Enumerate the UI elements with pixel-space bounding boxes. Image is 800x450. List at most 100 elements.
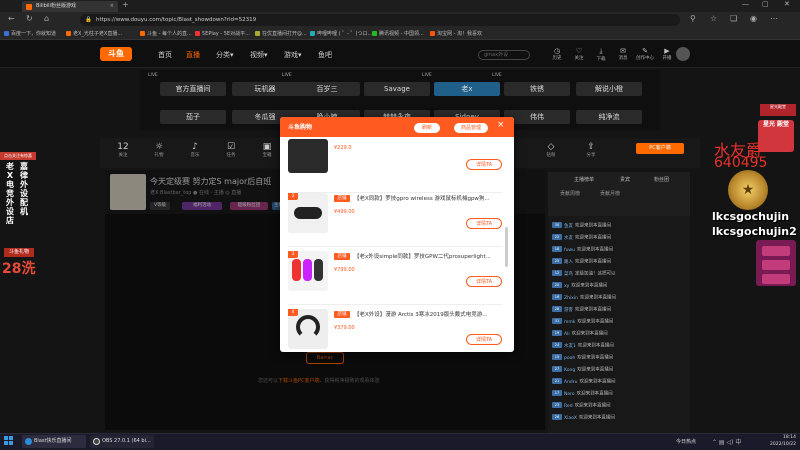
maximize-icon[interactable]: ▢: [762, 0, 769, 8]
toolbar-item[interactable]: ⇪ 分享: [572, 138, 610, 158]
modal-scrollbar[interactable]: [505, 227, 508, 267]
bookmark-item[interactable]: 百度一下，你就知道: [4, 28, 56, 40]
category-item[interactable]: 百岁三: [294, 82, 360, 96]
chat-message[interactable]: 19 Ali 欢迎来到本直播间: [552, 330, 688, 338]
product-item[interactable]: 3 店铺 【老x外设simple同款】罗技GPW二代prosuperlight.…: [280, 247, 506, 305]
bookmark-item[interactable]: 斗鱼 - 每个人的直...: [140, 28, 192, 40]
category-item[interactable]: 解说小橙: [576, 82, 642, 96]
chat-message[interactable]: 31 mmk 欢迎来到本直播间: [552, 318, 688, 326]
chat-username[interactable]: mmk: [564, 320, 575, 325]
product-image[interactable]: [288, 139, 328, 173]
bookmark-item[interactable]: 淘宝网 - 淘！我喜欢: [430, 28, 482, 40]
reload-icon[interactable]: ↻: [26, 14, 33, 23]
chat-username[interactable]: 水友1: [564, 344, 576, 349]
nav-game[interactable]: 游戏▾: [284, 50, 302, 60]
toolbar-item[interactable]: ☑ 任务: [212, 138, 250, 158]
tab-fan-club[interactable]: 粉丝团: [654, 176, 669, 183]
chat-message[interactable]: 28 游客 欢迎来到本直播间: [552, 306, 688, 314]
collections-icon[interactable]: ❏: [730, 14, 737, 23]
product-detail-button[interactable]: 详情TA: [466, 159, 502, 170]
product-item[interactable]: 2 店铺 【老X同款】罗技gpro wireless 游戏鼠标机械gpw狗...…: [280, 189, 506, 247]
tray-icons[interactable]: ⌃ ▤ ◁) 中: [712, 437, 741, 446]
bookmark-item[interactable]: 在优直播间打开@...: [255, 28, 307, 40]
chat-message[interactable]: 22 水友 欢迎来到本直播间: [552, 234, 688, 242]
product-name[interactable]: 【老x外设simple同款】罗技GPW二代prosuperlight...: [354, 252, 504, 261]
tab-monthly[interactable]: 贡献月榜: [600, 190, 620, 197]
address-bar[interactable]: 🔒 https://www.douyu.com/topic/Blast_show…: [80, 14, 680, 26]
product-name[interactable]: 【老X外设】漫游 Arctis 3寒冰2019版头戴式电竞游...: [354, 310, 504, 319]
chat-message[interactable]: 18 fuwu 欢迎来到本直播间: [552, 246, 688, 254]
browser-tab[interactable]: Bilibili粉丝版游戏 ×: [22, 1, 118, 12]
close-icon[interactable]: ×: [497, 120, 505, 130]
profile-icon[interactable]: ◉: [750, 14, 757, 23]
chat-message[interactable]: 20 xy 欢迎来到本直播间: [552, 282, 688, 290]
taskbar-browser[interactable]: Blast快乐直播间: [22, 435, 86, 448]
windows-start-icon[interactable]: [4, 436, 14, 446]
bookmark-item[interactable]: 腾讯视频 - 中国领...: [372, 28, 424, 40]
product-detail-button[interactable]: 详情TA: [466, 334, 502, 345]
category-item[interactable]: 茄子: [160, 110, 226, 124]
chat-message[interactable]: 12 菜鸟 定级加油！这把可以: [552, 270, 688, 278]
product-detail-button[interactable]: 详情TA: [466, 218, 502, 229]
chat-message[interactable]: 24 水友1 欢迎来到本直播间: [552, 342, 688, 350]
chat-username[interactable]: Zhixin: [564, 296, 578, 301]
chat-message[interactable]: 26 XiaoX 欢迎来到本直播间: [552, 414, 688, 422]
new-tab-button[interactable]: +: [122, 0, 129, 9]
chat-username[interactable]: Kong: [564, 368, 575, 373]
chat-username[interactable]: XiaoX: [564, 416, 577, 421]
refresh-button[interactable]: 刷新: [414, 123, 440, 133]
chat-message[interactable]: 25 路人 欢迎来到本直播间: [552, 258, 688, 266]
pc-client-button[interactable]: PC客户端: [636, 143, 684, 154]
product-item[interactable]: 4 店铺 【老X外设】漫游 Arctis 3寒冰2019版头戴式电竞游... ¥…: [280, 305, 506, 352]
douyu-logo[interactable]: 斗鱼: [100, 47, 132, 61]
chat-username[interactable]: 路人: [564, 260, 573, 265]
toolbar-item[interactable]: ☼ 礼物: [140, 138, 178, 158]
product-item[interactable]: ¥229.0 详情TA: [280, 135, 506, 193]
tab-anchor-rank[interactable]: 主播榜单: [574, 176, 594, 183]
nav-category[interactable]: 分类▾: [216, 50, 234, 60]
bookmark-item[interactable]: 5EPlay - 5E对战平...: [195, 28, 250, 40]
taskbar-obs[interactable]: OBS 27.0.1 (64 bi...: [90, 435, 154, 448]
chat-username[interactable]: Nero: [564, 392, 575, 397]
chat-username[interactable]: xy: [564, 284, 569, 289]
category-item[interactable]: 官方直播间: [160, 82, 226, 96]
extensions-icon[interactable]: ⚲: [690, 14, 696, 23]
more-menu-icon[interactable]: ⋯: [770, 14, 778, 23]
chat-username[interactable]: 鱼友: [564, 224, 573, 229]
chat-message[interactable]: 30 鱼友 欢迎来到本直播间: [552, 222, 688, 230]
chat-message[interactable]: 16 Zhixin 欢迎来到本直播间: [552, 294, 688, 302]
search-input[interactable]: gmax外设: [478, 50, 530, 60]
chat-message[interactable]: 21 Andru 欢迎来到本直播间: [552, 378, 688, 386]
chat-username[interactable]: 水友: [564, 236, 573, 241]
chat-username[interactable]: 游客: [564, 308, 573, 313]
bookmark-item[interactable]: 老X_光柱子老X直播...: [66, 28, 122, 40]
back-icon[interactable]: ←: [8, 14, 15, 23]
category-item[interactable]: Savage: [364, 82, 430, 96]
chat-username[interactable]: fuwu: [564, 248, 575, 253]
chat-message[interactable]: 23 Red 欢迎来到本直播间: [552, 402, 688, 410]
category-item[interactable]: 纯净流: [576, 110, 642, 124]
product-detail-button[interactable]: 详情TA: [466, 276, 502, 287]
category-item[interactable]: 老x: [434, 82, 500, 96]
toolbar-item[interactable]: ◇ 钻粉: [532, 138, 570, 158]
manage-products-button[interactable]: 商品管理: [454, 123, 488, 133]
nav-video[interactable]: 视频▾: [250, 50, 268, 60]
category-item[interactable]: 铁锈: [504, 82, 570, 96]
bookmark-item[interactable]: 哔哩哔哩 ( ゜- ゜)つロ...: [310, 28, 372, 40]
nav-home[interactable]: 首页: [158, 50, 172, 60]
tab-vip[interactable]: 贵宾: [620, 176, 630, 183]
chat-message[interactable]: 15 pooh 欢迎来到本直播间: [552, 354, 688, 362]
close-tab-icon[interactable]: ×: [110, 1, 114, 12]
nav-live[interactable]: 直播: [186, 50, 200, 60]
nav-fishbar[interactable]: 鱼吧: [318, 50, 332, 60]
chat-message[interactable]: 17 Nero 欢迎来到本直播间: [552, 390, 688, 398]
chat-username[interactable]: 菜鸟: [564, 272, 573, 277]
chat-message[interactable]: 27 Kong 欢迎来到本直播间: [552, 366, 688, 374]
toolbar-item[interactable]: ♪ 音乐: [176, 138, 214, 158]
chat-username[interactable]: Red: [564, 404, 573, 409]
tab-weekly[interactable]: 贡献周榜: [560, 190, 580, 197]
close-window-icon[interactable]: ✕: [784, 0, 790, 8]
chat-username[interactable]: pooh: [564, 356, 575, 361]
minimize-icon[interactable]: —: [742, 0, 749, 8]
favorites-icon[interactable]: ☆: [710, 14, 717, 23]
